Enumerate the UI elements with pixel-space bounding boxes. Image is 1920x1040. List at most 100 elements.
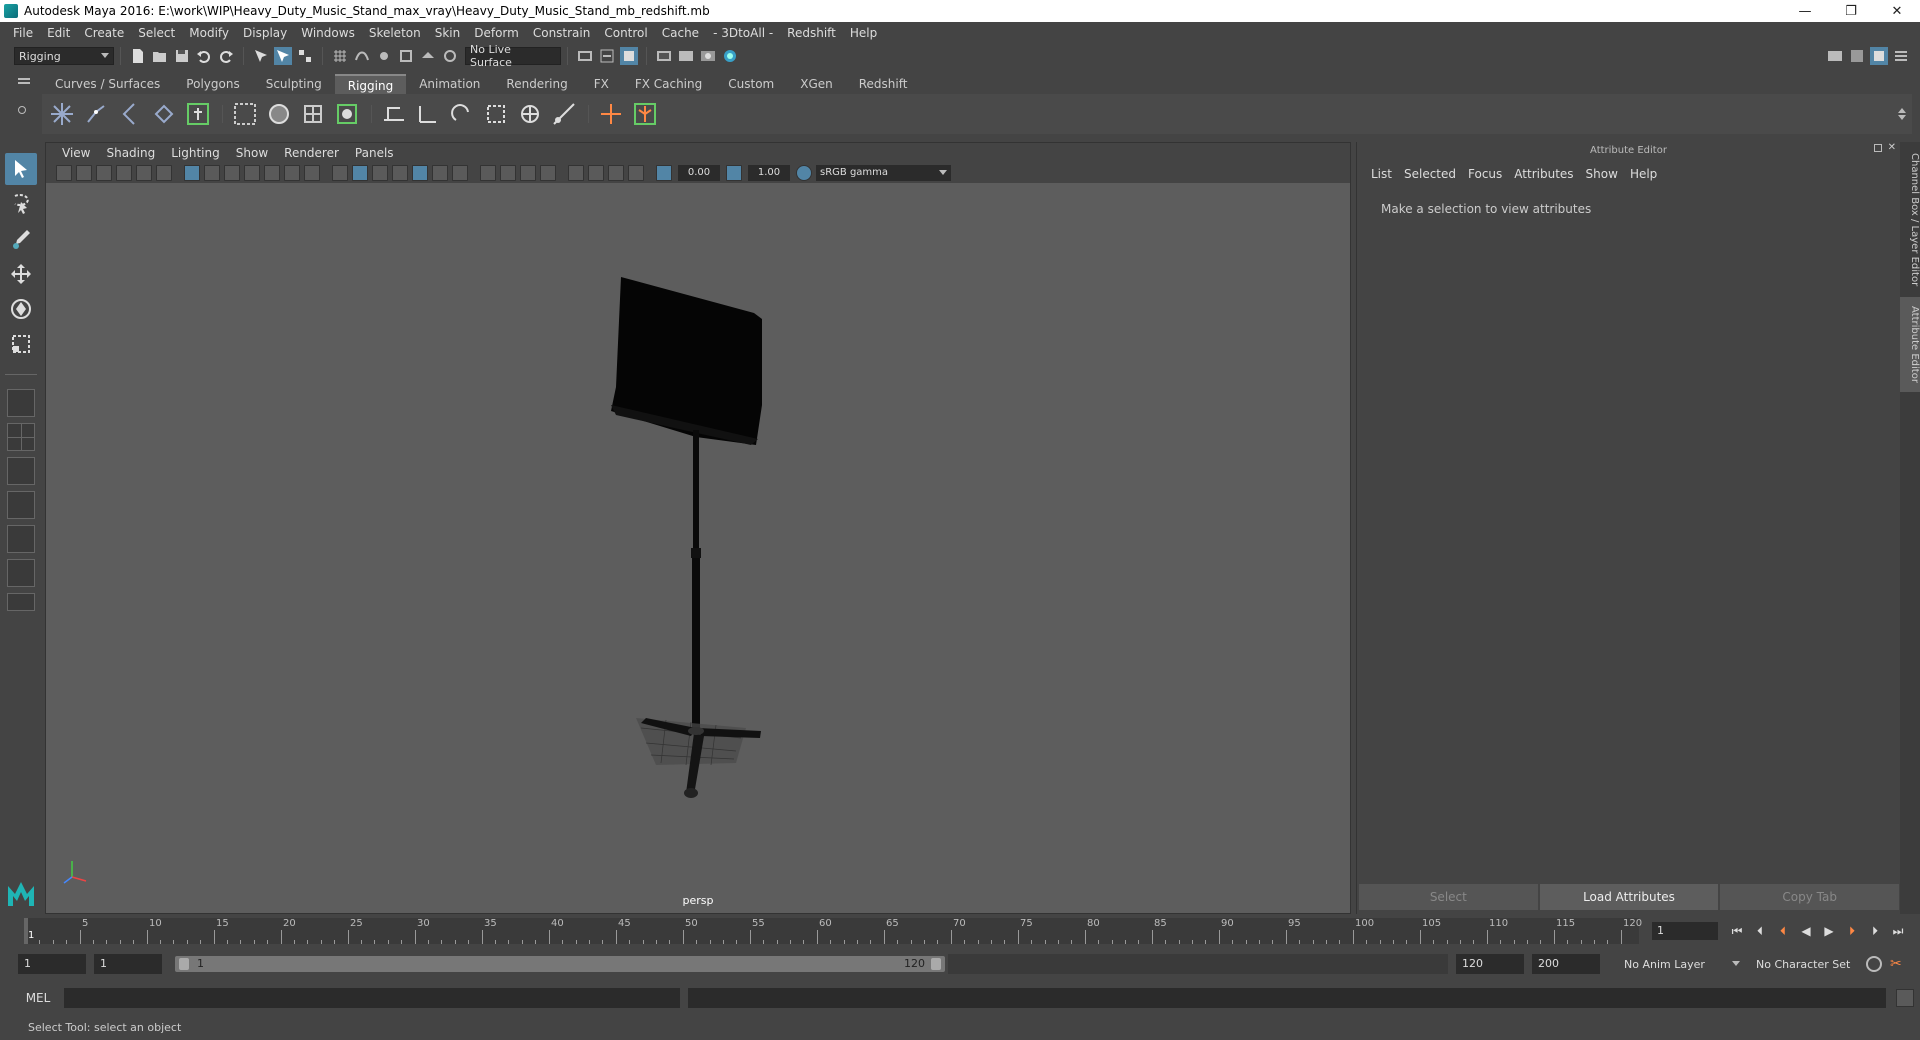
- copy-tab-button[interactable]: Copy Tab: [1720, 884, 1900, 910]
- current-frame-field[interactable]: 1: [1652, 922, 1718, 940]
- command-input[interactable]: [64, 988, 680, 1008]
- construction-history-icon[interactable]: [598, 47, 616, 65]
- shadows-icon[interactable]: [452, 165, 468, 181]
- ik-handle-icon[interactable]: [80, 98, 112, 130]
- render-current-frame-icon[interactable]: [655, 47, 673, 65]
- default-material-icon[interactable]: [372, 165, 388, 181]
- menu-skin[interactable]: Skin: [428, 26, 468, 40]
- safe-title-icon[interactable]: [304, 165, 320, 181]
- playback-end-field[interactable]: 120: [1456, 954, 1524, 974]
- end-time-field[interactable]: 200: [1532, 954, 1600, 974]
- ae-menu-show[interactable]: Show: [1580, 167, 1624, 181]
- viewport-menu-shading[interactable]: Shading: [98, 146, 163, 160]
- image-plane-icon[interactable]: [116, 165, 132, 181]
- save-scene-icon[interactable]: [173, 47, 191, 65]
- tab-channel-box[interactable]: Channel Box / Layer Editor: [1900, 152, 1920, 287]
- ae-menu-help[interactable]: Help: [1624, 167, 1663, 181]
- range-start-handle[interactable]: [179, 958, 189, 970]
- tab-fx[interactable]: FX: [581, 74, 622, 94]
- two-pane-layout-icon[interactable]: [7, 457, 35, 485]
- ae-menu-focus[interactable]: Focus: [1462, 167, 1508, 181]
- motion-blur-icon[interactable]: [500, 165, 516, 181]
- menu-windows[interactable]: Windows: [294, 26, 362, 40]
- select-object-icon[interactable]: [274, 47, 292, 65]
- float-panel-icon[interactable]: [1873, 144, 1882, 152]
- joint-tool-icon[interactable]: [46, 98, 78, 130]
- render-settings-icon[interactable]: [699, 47, 717, 65]
- rotate-tool-icon[interactable]: [5, 293, 37, 325]
- lattice-icon[interactable]: [297, 98, 329, 130]
- animation-prefs-icon[interactable]: ✂: [1890, 956, 1906, 972]
- menu-cache[interactable]: Cache: [655, 26, 706, 40]
- ae-menu-list[interactable]: List: [1365, 167, 1398, 181]
- exposure-toggle-icon[interactable]: [656, 165, 672, 181]
- new-scene-icon[interactable]: [129, 47, 147, 65]
- insert-joint-icon[interactable]: [148, 98, 180, 130]
- open-scene-icon[interactable]: [151, 47, 169, 65]
- menu-select[interactable]: Select: [131, 26, 182, 40]
- menu-edit[interactable]: Edit: [40, 26, 77, 40]
- select-button[interactable]: Select: [1359, 884, 1538, 910]
- viewport-menu-panels[interactable]: Panels: [347, 146, 402, 160]
- workspace-icon[interactable]: [1826, 47, 1844, 65]
- close-button[interactable]: ✕: [1874, 0, 1920, 22]
- rigid-bind-icon[interactable]: [263, 98, 295, 130]
- outliner-layout-icon[interactable]: [7, 491, 35, 519]
- anim-layer-dropdown[interactable]: No Anim Layer: [1620, 954, 1744, 974]
- lasso-tool-icon[interactable]: [5, 188, 37, 220]
- select-component-icon[interactable]: [296, 47, 314, 65]
- menu-create[interactable]: Create: [77, 26, 131, 40]
- make-live-icon[interactable]: [441, 47, 459, 65]
- play-forward-icon[interactable]: ▶: [1820, 922, 1838, 940]
- ambient-occlusion-icon[interactable]: [480, 165, 496, 181]
- xray-joints-icon[interactable]: [608, 165, 624, 181]
- hypershade-layout-icon[interactable]: [7, 559, 35, 587]
- exposure-field[interactable]: 0.00: [678, 165, 720, 181]
- pole-vector-icon[interactable]: [514, 98, 546, 130]
- tab-redshift[interactable]: Redshift: [846, 74, 921, 94]
- shelf-scroll[interactable]: [1896, 108, 1908, 120]
- input-ops-icon[interactable]: [576, 47, 594, 65]
- ipr-render-icon[interactable]: [620, 47, 638, 65]
- range-end-handle[interactable]: [931, 958, 941, 970]
- snap-curve-icon[interactable]: [353, 47, 371, 65]
- view-transform-dropdown[interactable]: sRGB gamma: [816, 165, 951, 181]
- locator-icon[interactable]: [595, 98, 627, 130]
- viewport-menu-renderer[interactable]: Renderer: [276, 146, 347, 160]
- ik-fk-icon[interactable]: [548, 98, 580, 130]
- undo-icon[interactable]: [195, 47, 213, 65]
- backface-culling-icon[interactable]: [628, 165, 644, 181]
- humanik-icon[interactable]: [182, 98, 214, 130]
- viewport-canvas[interactable]: persp: [46, 183, 1350, 913]
- xray-icon[interactable]: [588, 165, 604, 181]
- ik-spline-icon[interactable]: [114, 98, 146, 130]
- select-camera-icon[interactable]: [56, 165, 72, 181]
- tab-sculpting[interactable]: Sculpting: [253, 74, 335, 94]
- chevron-up-icon[interactable]: [1898, 108, 1906, 113]
- scale-tool-icon[interactable]: [5, 328, 37, 360]
- attribute-editor-toggle-icon[interactable]: [1870, 47, 1888, 65]
- ae-menu-attributes[interactable]: Attributes: [1508, 167, 1579, 181]
- gamma-field[interactable]: 1.00: [748, 165, 790, 181]
- four-pane-layout-icon[interactable]: [7, 423, 35, 451]
- menu-file[interactable]: File: [6, 26, 40, 40]
- isolate-select-icon[interactable]: [568, 165, 584, 181]
- textured-icon[interactable]: [412, 165, 428, 181]
- character-set-dropdown[interactable]: No Character Set: [1752, 954, 1862, 974]
- single-pane-layout-icon[interactable]: [7, 389, 35, 417]
- channel-box-toggle-icon[interactable]: [1892, 47, 1910, 65]
- step-forward-frame-icon[interactable]: ⏵: [1866, 922, 1884, 940]
- parent-constraint-icon[interactable]: [480, 98, 512, 130]
- playback-start-field[interactable]: 1: [94, 954, 162, 974]
- snap-surface-icon[interactable]: [419, 47, 437, 65]
- select-tool-icon[interactable]: [5, 153, 37, 185]
- range-bar[interactable]: 1 120: [175, 956, 945, 972]
- snap-view-plane-icon[interactable]: [397, 47, 415, 65]
- snap-point-icon[interactable]: [375, 47, 393, 65]
- aim-constraint-icon[interactable]: [412, 98, 444, 130]
- live-surface-field[interactable]: No Live Surface: [465, 43, 561, 69]
- cluster-icon[interactable]: [331, 98, 363, 130]
- gate-mask-icon[interactable]: [244, 165, 260, 181]
- start-time-field[interactable]: 1: [18, 954, 86, 974]
- restore-button[interactable]: ❐: [1828, 0, 1874, 22]
